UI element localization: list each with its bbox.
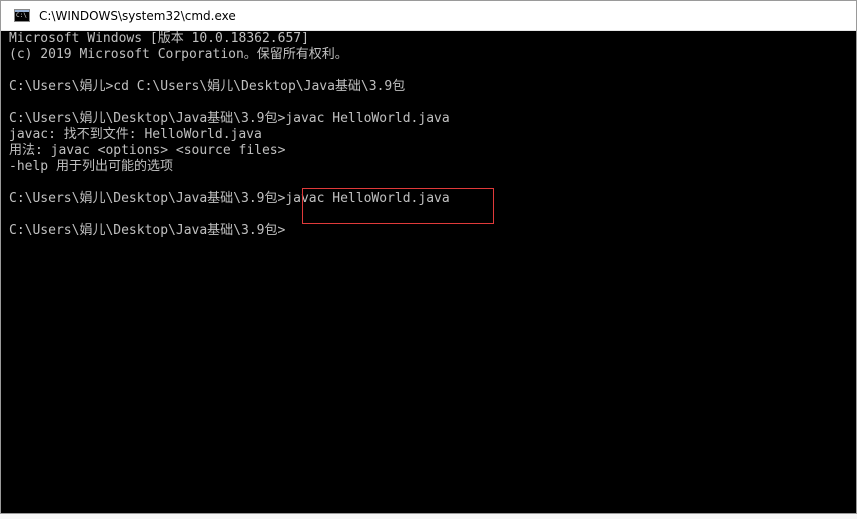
console-line: javac: 找不到文件: HelloWorld.java bbox=[9, 127, 262, 142]
console-line: C:\Users\娟儿\Desktop\Java基础\3.9包>javac He… bbox=[9, 191, 450, 206]
console-icon bbox=[14, 9, 30, 22]
console-line: (c) 2019 Microsoft Corporation。保留所有权利。 bbox=[9, 47, 348, 62]
window-title: C:\WINDOWS\system32\cmd.exe bbox=[39, 9, 236, 23]
cmd-window[interactable]: C:\WINDOWS\system32\cmd.exe Microsoft Wi… bbox=[0, 0, 857, 514]
console-line: C:\Users\娟儿>cd C:\Users\娟儿\Desktop\Java基… bbox=[9, 79, 406, 94]
title-bar[interactable]: C:\WINDOWS\system32\cmd.exe bbox=[1, 1, 856, 31]
console-line: Microsoft Windows [版本 10.0.18362.657] bbox=[9, 31, 309, 46]
console-line: C:\Users\娟儿\Desktop\Java基础\3.9包>javac He… bbox=[9, 111, 450, 126]
console-area[interactable]: Microsoft Windows [版本 10.0.18362.657] (c… bbox=[1, 31, 856, 513]
console-prompt-line[interactable]: C:\Users\娟儿\Desktop\Java基础\3.9包> bbox=[9, 223, 285, 239]
console-line: 用法: javac <options> <source files> bbox=[9, 143, 286, 158]
console-line: -help 用于列出可能的选项 bbox=[9, 159, 173, 174]
